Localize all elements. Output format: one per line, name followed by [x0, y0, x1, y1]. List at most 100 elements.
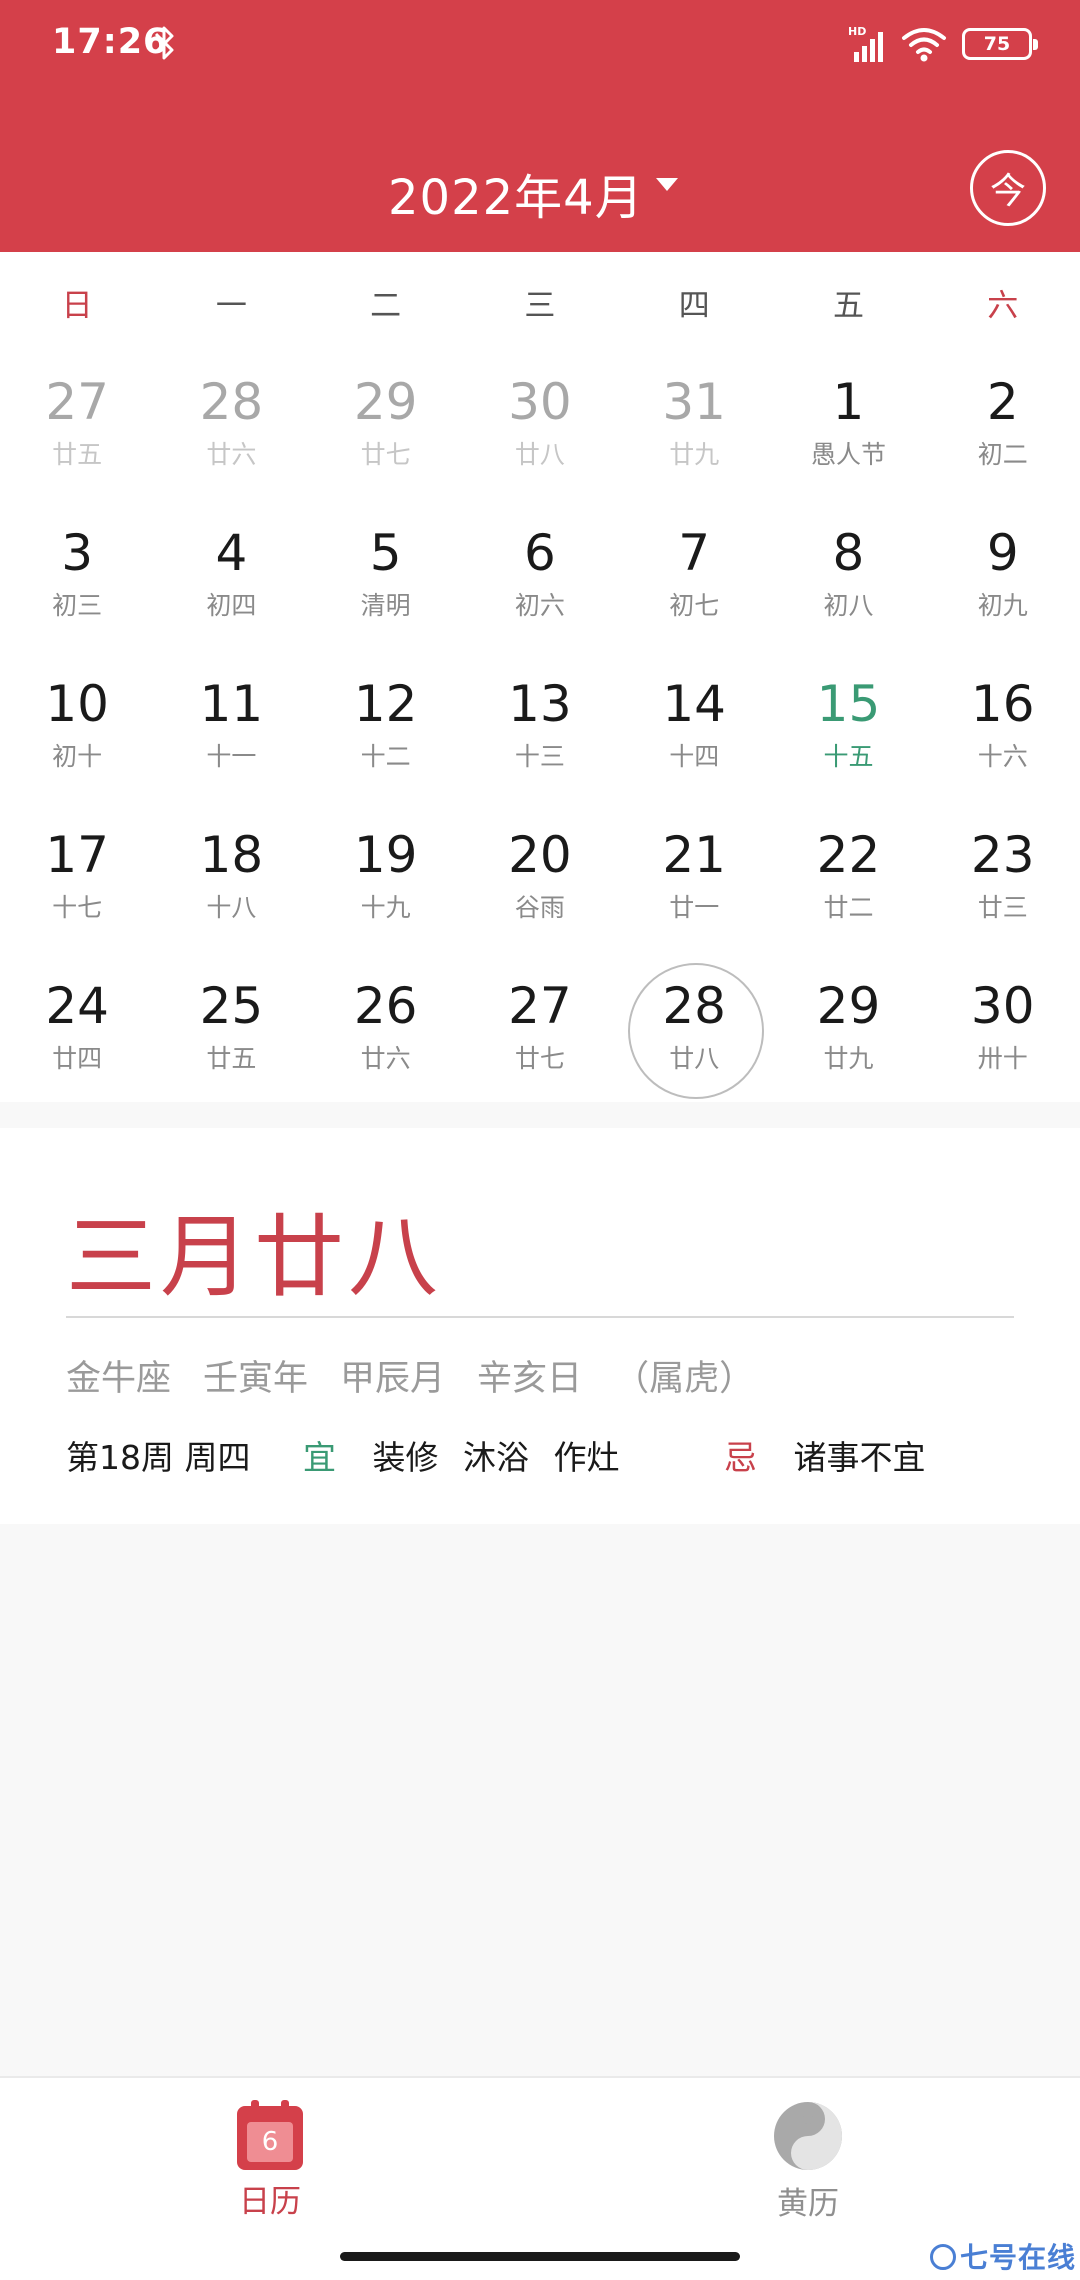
- lunar-date: 三月廿八: [66, 1205, 442, 1310]
- lunar-day: 廿四: [52, 1044, 103, 1073]
- day-cell[interactable]: 14 十四: [617, 654, 771, 805]
- calendar-icon-date: 6: [247, 2122, 293, 2162]
- lunar-day: 廿五: [206, 1044, 257, 1073]
- month-title[interactable]: 2022年4月: [388, 158, 644, 228]
- day-number: 19: [353, 826, 418, 884]
- day-cell[interactable]: 16 十六: [926, 654, 1080, 805]
- day-cell[interactable]: 30 廿八: [463, 352, 617, 503]
- watermark: 七号在线: [930, 2236, 1076, 2276]
- day-cell[interactable]: 7 初七: [617, 503, 771, 654]
- today-button[interactable]: 今: [970, 150, 1046, 226]
- day-cell[interactable]: 15 十五: [771, 654, 925, 805]
- day-cell[interactable]: 29 廿九: [771, 956, 925, 1107]
- lunar-day: 初三: [52, 591, 103, 620]
- day-cell[interactable]: 30 卅十: [926, 956, 1080, 1107]
- day-cell[interactable]: 27 廿五: [0, 352, 154, 503]
- lunar-day: 廿五: [52, 440, 103, 469]
- tab-almanac[interactable]: 黄历: [708, 2100, 908, 2223]
- week-info: 第18周 周四: [66, 1438, 251, 1477]
- day-cell[interactable]: 20 谷雨: [463, 805, 617, 956]
- day-cell[interactable]: 5 清明: [309, 503, 463, 654]
- zodiac-sign: 金牛座: [66, 1359, 172, 1399]
- day-number: 22: [816, 826, 881, 884]
- lunar-day: 十九: [360, 893, 411, 922]
- weekday-label: 日: [61, 287, 93, 324]
- signal-icon: HD: [848, 25, 883, 62]
- chevron-down-icon[interactable]: [656, 178, 678, 191]
- weekday-label: 三: [524, 287, 556, 324]
- day-number: 18: [199, 826, 264, 884]
- day-cell[interactable]: 25 廿五: [154, 956, 308, 1107]
- status-time: 17:26: [52, 22, 169, 62]
- weekday-label: 六: [987, 287, 1019, 324]
- day-number: 15: [816, 675, 881, 733]
- day-grid: 27 廿五 28 廿六 29 廿七 30 廿八 31 廿九 1 愚人节 2 初二 3 初三 4 初四 5 清明 6 初六 7…: [0, 352, 1080, 1107]
- lunar-day: 廿八: [669, 1044, 720, 1073]
- day-number: 13: [508, 675, 572, 733]
- network-type: HD: [848, 25, 866, 38]
- day-number: 27: [45, 373, 109, 431]
- lunar-day: 初四: [206, 591, 257, 620]
- ji-items: 诸事不宜: [793, 1438, 926, 1477]
- day-number: 23: [970, 826, 1035, 884]
- ji-label: 忌: [723, 1438, 757, 1477]
- status-bar: 17:26 HD 75: [0, 0, 1080, 90]
- day-cell[interactable]: 21 廿一: [617, 805, 771, 956]
- lunar-day: 初七: [669, 591, 720, 620]
- lunar-day: 廿三: [977, 893, 1028, 922]
- day-cell[interactable]: 23 廿三: [926, 805, 1080, 956]
- day-cell[interactable]: 19 十九: [309, 805, 463, 956]
- yi-item: 作灶: [553, 1438, 620, 1477]
- day-number: 2: [986, 373, 1019, 431]
- wifi-icon: [902, 28, 946, 62]
- lunar-day: 谷雨: [514, 893, 565, 922]
- chinese-zodiac: （属虎）: [614, 1359, 755, 1399]
- day-number: 4: [215, 524, 248, 582]
- day-number: 6: [524, 524, 556, 582]
- day-number: 14: [662, 675, 726, 733]
- day-cell[interactable]: 13 十三: [463, 654, 617, 805]
- day-cell[interactable]: 8 初八: [771, 503, 925, 654]
- lunar-day: 廿六: [360, 1044, 411, 1073]
- day-cell[interactable]: 26 廿六: [309, 956, 463, 1107]
- battery-indicator: 75: [962, 28, 1038, 60]
- day-cell[interactable]: 24 廿四: [0, 956, 154, 1107]
- day-cell[interactable]: 11 十一: [154, 654, 308, 805]
- day-cell[interactable]: 10 初十: [0, 654, 154, 805]
- day-cell[interactable]: 22 廿二: [771, 805, 925, 956]
- day-cell[interactable]: 28 廿八: [617, 956, 771, 1107]
- day-number: 12: [353, 675, 418, 733]
- lunar-day: 十七: [52, 893, 103, 922]
- day-cell[interactable]: 6 初六: [463, 503, 617, 654]
- year-ganzhi: 壬寅年: [203, 1359, 309, 1399]
- watermark-text: 七号在线: [960, 2241, 1077, 2274]
- lunar-day: 初十: [52, 742, 103, 771]
- lunar-day: 十五: [823, 742, 874, 771]
- lunar-day: 十三: [514, 742, 565, 771]
- day-cell[interactable]: 4 初四: [154, 503, 308, 654]
- day-number: 11: [199, 675, 264, 733]
- day-number: 8: [832, 524, 865, 582]
- day-cell[interactable]: 3 初三: [0, 503, 154, 654]
- home-indicator[interactable]: [340, 2252, 740, 2261]
- day-cell[interactable]: 1 愚人节: [771, 352, 925, 503]
- day-cell[interactable]: 9 初九: [926, 503, 1080, 654]
- day-cell[interactable]: 29 廿七: [309, 352, 463, 503]
- lunar-day: 卅十: [977, 1044, 1028, 1073]
- weekday-label: 一: [215, 287, 247, 324]
- day-number: 24: [45, 977, 109, 1035]
- lunar-day: 廿七: [514, 1044, 565, 1073]
- tab-calendar[interactable]: 6 日历: [170, 2100, 370, 2221]
- day-cell[interactable]: 31 廿九: [617, 352, 771, 503]
- divider: [66, 1316, 1014, 1318]
- day-number: 7: [678, 524, 711, 582]
- day-number: 1: [832, 373, 865, 431]
- day-cell[interactable]: 17 十七: [0, 805, 154, 956]
- header-bar: 17:26 HD 75 2022年4月 今: [0, 0, 1080, 252]
- day-cell[interactable]: 18 十八: [154, 805, 308, 956]
- day-cell[interactable]: 12 十二: [309, 654, 463, 805]
- day-number: 27: [508, 977, 572, 1035]
- day-cell[interactable]: 28 廿六: [154, 352, 308, 503]
- day-cell[interactable]: 2 初二: [926, 352, 1080, 503]
- day-cell[interactable]: 27 廿七: [463, 956, 617, 1107]
